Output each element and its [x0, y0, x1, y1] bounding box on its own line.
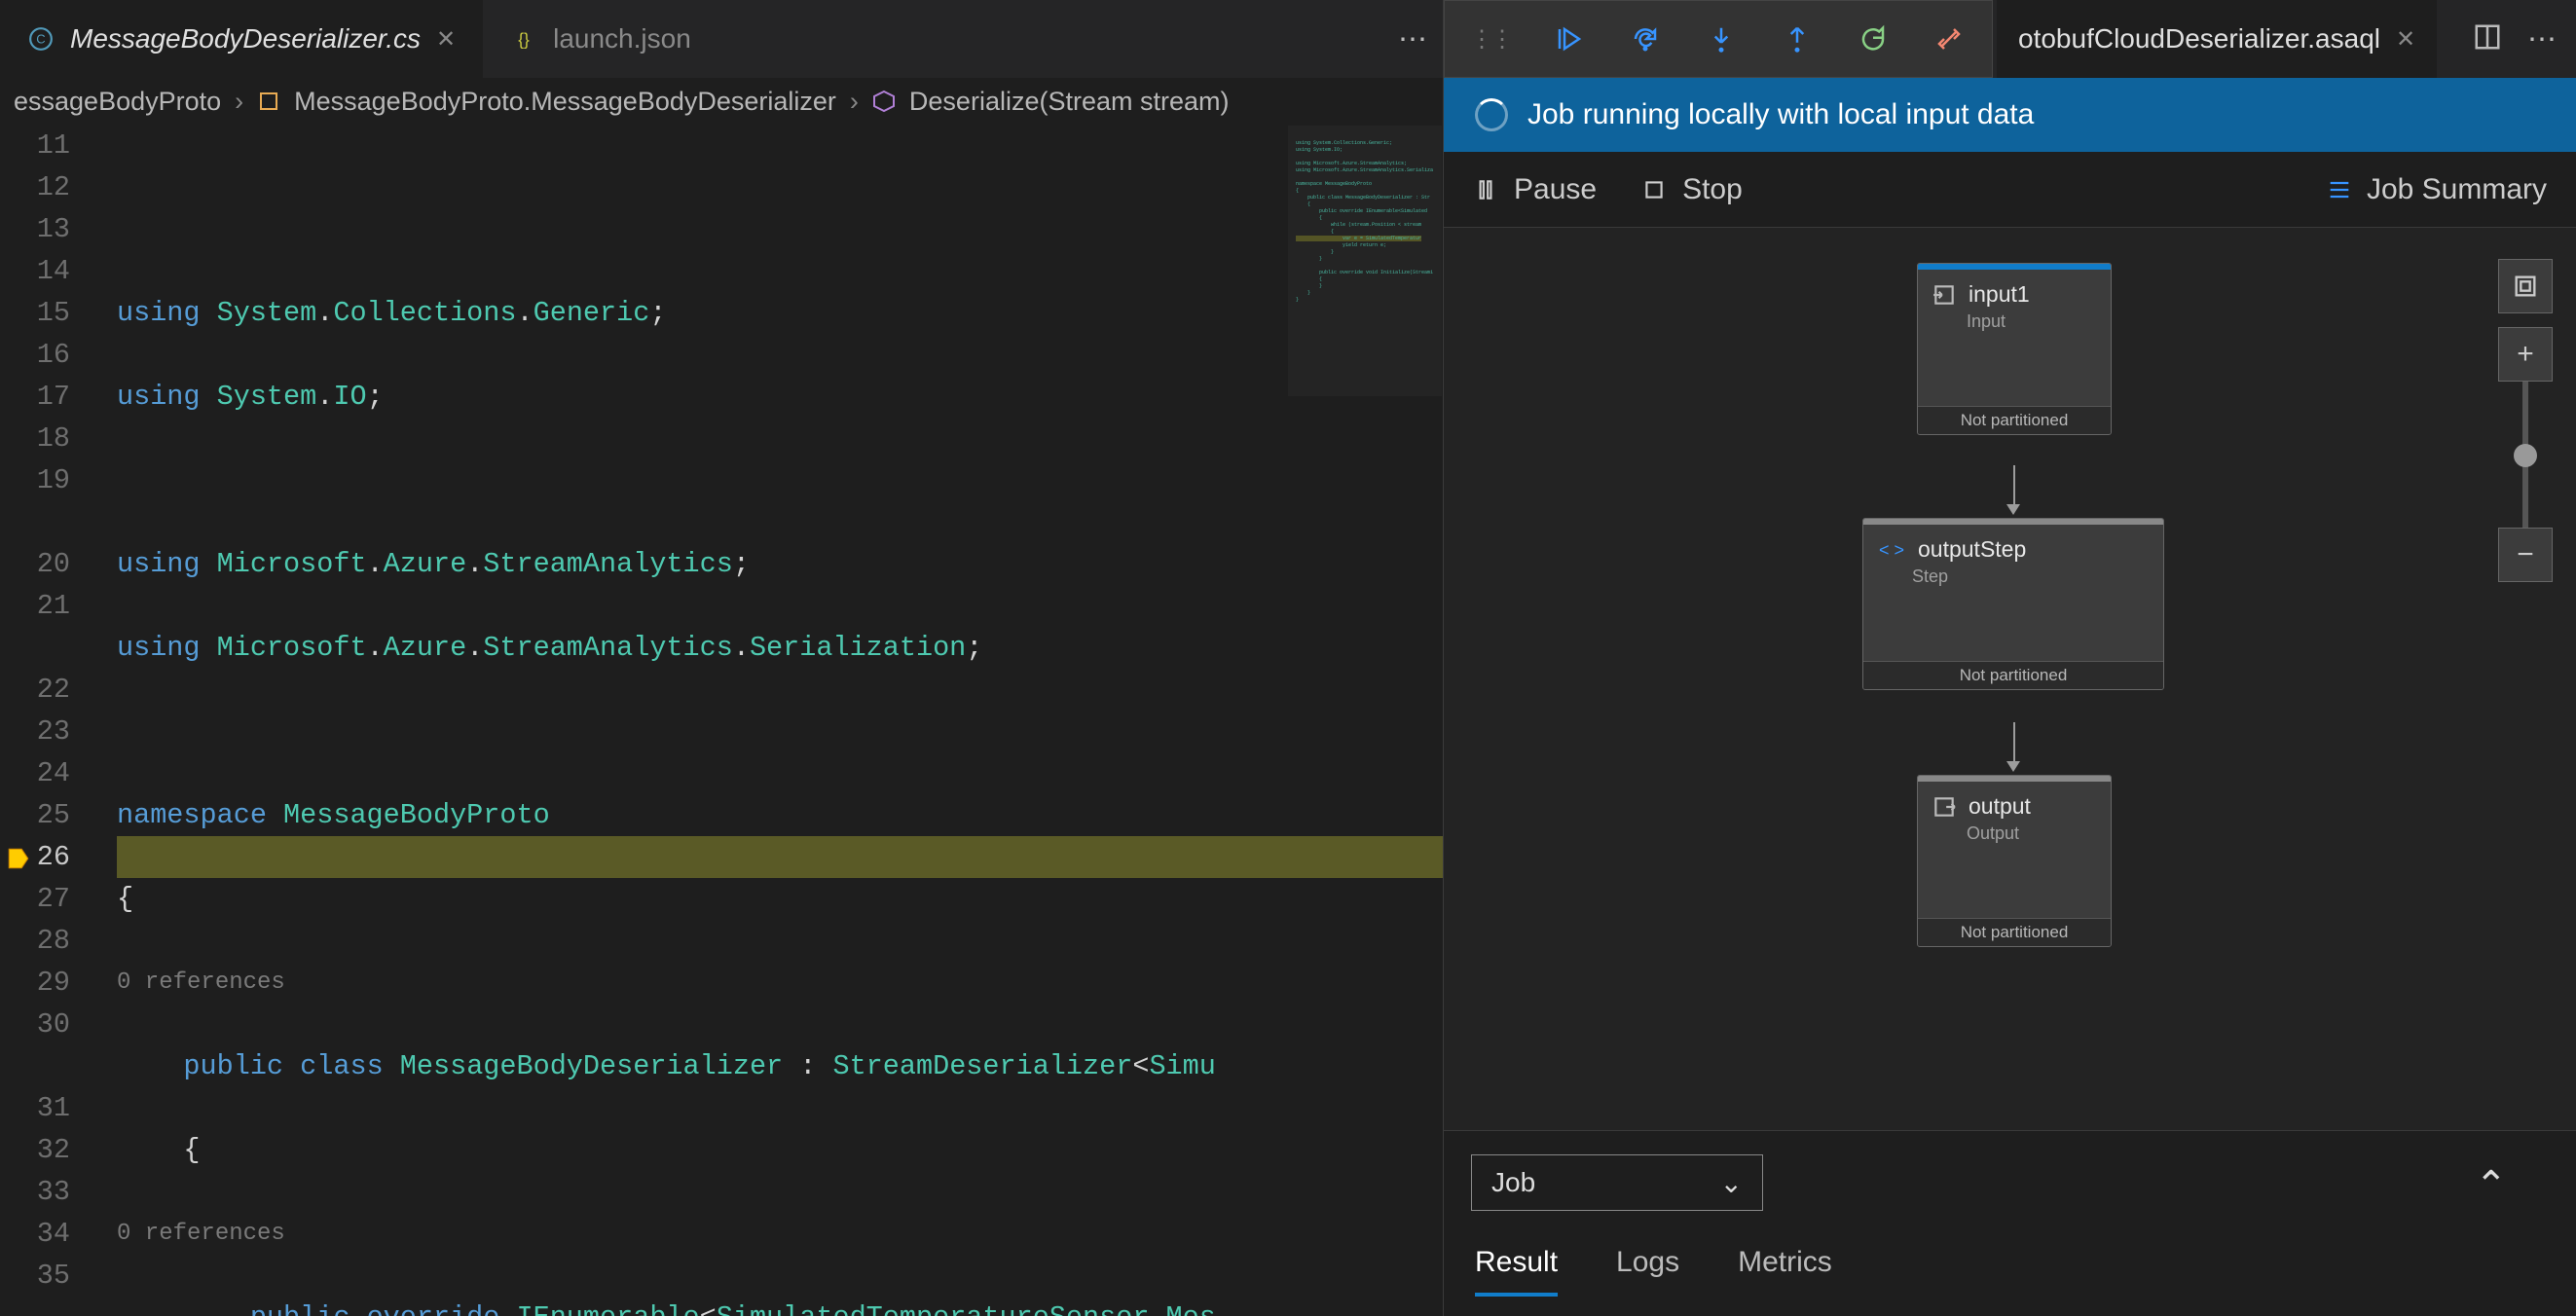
output-icon	[1932, 794, 1957, 820]
job-selector[interactable]: Job ⌄	[1471, 1154, 1763, 1211]
debug-toolbar: ⋮⋮	[1444, 0, 1993, 78]
job-control-row: Pause Stop Job Summary	[1444, 152, 2576, 228]
chevron-down-icon: ⌄	[1720, 1167, 1743, 1199]
more-actions-icon[interactable]: ⋯	[2527, 22, 2557, 56]
diagram-arrow	[2013, 722, 2015, 761]
zoom-out-button[interactable]: −	[2498, 528, 2553, 582]
tab-logs[interactable]: Logs	[1616, 1246, 1679, 1297]
csharp-icon: C	[27, 25, 55, 53]
continue-button[interactable]	[1552, 21, 1587, 56]
minimap[interactable]: using System.Collections.Generic; using …	[1287, 125, 1443, 397]
spinner-icon	[1475, 98, 1508, 131]
arrow-head-icon	[2006, 761, 2020, 772]
close-icon[interactable]: ✕	[2396, 25, 2415, 54]
breadcrumb-segment[interactable]: MessageBodyProto.MessageBodyDeserializer	[294, 87, 836, 117]
tab-overflow-button[interactable]: ⋯	[1384, 0, 1443, 78]
breadcrumb: essageBodyProto › MessageBodyProto.Messa…	[0, 78, 1443, 125]
tab-label: launch.json	[553, 23, 691, 55]
tab-asaql[interactable]: otobufCloudDeserializer.asaql ✕	[1997, 0, 2437, 78]
step-over-button[interactable]	[1628, 21, 1663, 56]
expand-panel-icon[interactable]: ⌃	[2475, 1163, 2514, 1202]
stop-button[interactable]: Stop	[1641, 173, 1743, 206]
line-gutter: 11121314 15161718 192021 222324 25262728…	[0, 125, 117, 1316]
tab-launch-json[interactable]: {} launch.json	[483, 0, 718, 78]
right-tab-bar: ⋮⋮ otobufCloudDeserializer.asaql ✕ ⋯	[1444, 0, 2576, 78]
tab-label: otobufCloudDeserializer.asaql	[2018, 23, 2380, 55]
svg-text:C: C	[36, 31, 45, 46]
arrow-head-icon	[2006, 504, 2020, 515]
zoom-controls: + −	[2498, 259, 2553, 582]
editor-tab-bar: C MessageBodyDeserializer.cs ✕ {} launch…	[0, 0, 1443, 78]
job-status-banner: Job running locally with local input dat…	[1444, 78, 2576, 152]
restart-button[interactable]	[1856, 21, 1891, 56]
close-icon[interactable]: ✕	[436, 25, 456, 54]
tab-message-body-deserializer[interactable]: C MessageBodyDeserializer.cs ✕	[0, 0, 483, 78]
diagram-arrow	[2013, 465, 2015, 504]
json-icon: {}	[510, 25, 537, 53]
diagram-node-input[interactable]: input1 Input Not partitioned	[1917, 263, 2112, 435]
input-icon	[1932, 282, 1957, 308]
results-panel: Job ⌄ ⌃ Result Logs Metrics	[1444, 1131, 2576, 1316]
chevron-right-icon: ›	[850, 87, 859, 117]
breadcrumb-segment[interactable]: Deserialize(Stream stream)	[909, 87, 1230, 117]
method-icon	[872, 90, 896, 113]
class-icon	[257, 90, 280, 113]
code-editor[interactable]: 11121314 15161718 192021 222324 25262728…	[0, 125, 1443, 1316]
tab-label: MessageBodyDeserializer.cs	[70, 23, 421, 55]
split-editor-icon[interactable]	[2473, 22, 2502, 56]
diagram-node-step[interactable]: < > outputStep Step Not partitioned	[1862, 518, 2164, 690]
diagram-node-output[interactable]: output Output Not partitioned	[1917, 775, 2112, 947]
svg-text:< >: < >	[1879, 540, 1904, 560]
job-status-text: Job running locally with local input dat…	[1527, 98, 2034, 131]
step-into-button[interactable]	[1704, 21, 1739, 56]
svg-text:{}: {}	[518, 30, 530, 50]
job-diagram[interactable]: input1 Input Not partitioned < > outputS…	[1444, 228, 2576, 1131]
chevron-right-icon: ›	[235, 87, 243, 117]
pause-button[interactable]: Pause	[1473, 173, 1597, 206]
result-tab-bar: Result Logs Metrics	[1471, 1211, 2549, 1306]
breadcrumb-segment[interactable]: essageBodyProto	[14, 87, 221, 117]
drag-handle-icon[interactable]: ⋮⋮	[1470, 25, 1511, 54]
zoom-slider[interactable]	[2522, 382, 2528, 528]
current-execution-pointer-icon	[6, 843, 31, 868]
step-out-button[interactable]	[1780, 21, 1815, 56]
disconnect-button[interactable]	[1932, 21, 1967, 56]
tab-result[interactable]: Result	[1475, 1246, 1558, 1297]
code-icon: < >	[1877, 540, 1906, 560]
tab-metrics[interactable]: Metrics	[1738, 1246, 1832, 1297]
zoom-in-button[interactable]: +	[2498, 327, 2553, 382]
job-summary-button[interactable]: Job Summary	[2326, 173, 2547, 206]
zoom-fit-button[interactable]	[2498, 259, 2553, 313]
